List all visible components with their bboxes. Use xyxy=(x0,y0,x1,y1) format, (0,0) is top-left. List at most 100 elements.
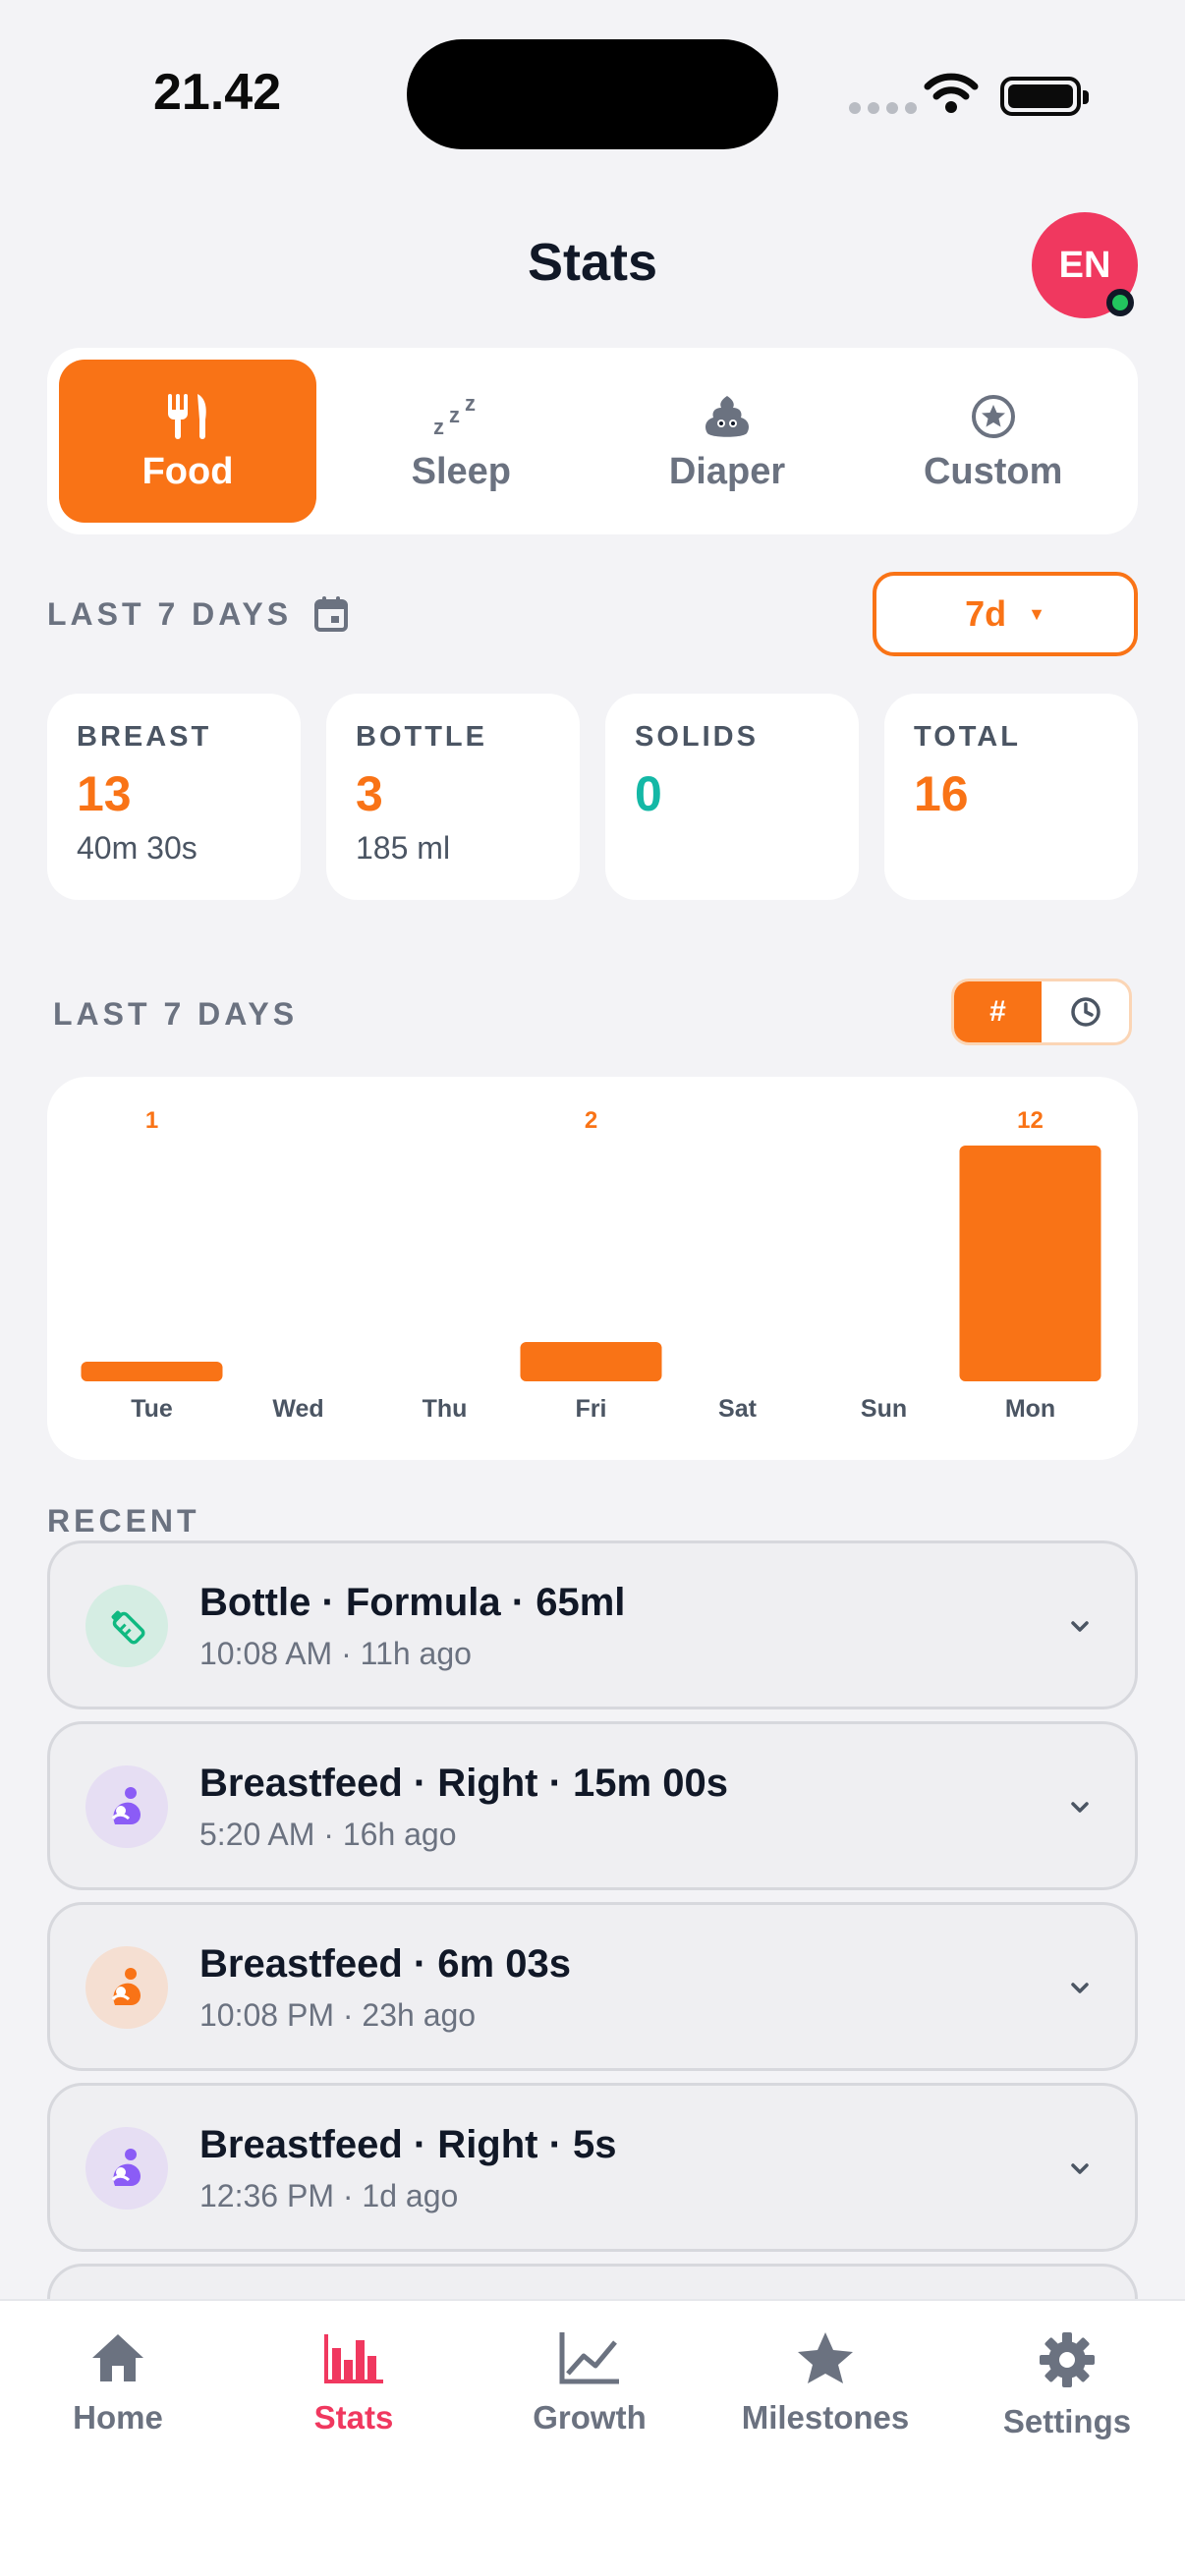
recent-item[interactable]: Breastfeed · 6m 03s 10:08 PM · 23h ago xyxy=(47,1902,1138,2071)
stat-label: TOTAL xyxy=(914,721,1021,753)
page-title: Stats xyxy=(527,233,658,292)
recent-item[interactable]: Breastfeed · Right · 15m 00s 5:20 AM · 16… xyxy=(47,1721,1138,1890)
nav-milestones-label: Milestones xyxy=(741,2399,910,2436)
tab-food[interactable]: Food xyxy=(59,360,316,523)
bar-chart-card: 1 Tue Wed Thu 2 Fri Sat Sun 12 Mon xyxy=(47,1077,1138,1460)
recent-item-meta: 10:08 AM · 11h ago xyxy=(199,1636,472,1671)
stat-value: 0 xyxy=(635,766,662,821)
nav-milestones[interactable]: Milestones xyxy=(707,2330,943,2436)
chart-x-tick-label: Thu xyxy=(423,1395,468,1423)
cellular-signal-icon xyxy=(849,102,917,114)
bar-chart: 1 Tue Wed Thu 2 Fri Sat Sun 12 Mon xyxy=(81,1107,1101,1423)
home-icon xyxy=(92,2334,143,2381)
toggle-duration-button[interactable] xyxy=(1042,981,1129,1042)
recent-item-title: Bottle · Formula · 65ml xyxy=(199,1581,626,1624)
recent-item-meta: 5:20 AM · 16h ago xyxy=(199,1817,457,1852)
chart-x-tick-label: Fri xyxy=(576,1395,607,1423)
breastfeed-icon xyxy=(85,1765,168,1848)
toggle-count-button[interactable]: # xyxy=(954,981,1042,1042)
tab-sleep[interactable]: z z z Sleep xyxy=(328,360,594,523)
chart-x-tick-label: Mon xyxy=(1005,1395,1055,1423)
recent-item-meta: 10:08 PM · 23h ago xyxy=(199,1997,477,2033)
online-status-dot xyxy=(1106,289,1134,316)
stat-sub: 185 ml xyxy=(356,830,451,866)
star-icon xyxy=(798,2332,853,2383)
recent-item-title: Breastfeed · Right · 5s xyxy=(199,2123,617,2166)
dynamic-island xyxy=(407,39,778,149)
chart-x-tick-label: Sun xyxy=(861,1395,907,1423)
chart-title: LAST 7 DAYS xyxy=(53,996,299,1032)
recent-title: RECENT xyxy=(47,1503,200,1539)
status-time: 21.42 xyxy=(153,64,282,121)
chart-x-tick-label: Sat xyxy=(718,1395,758,1423)
battery-icon xyxy=(1000,77,1089,116)
stat-label: BOTTLE xyxy=(356,721,487,753)
stat-label: BREAST xyxy=(77,721,212,753)
chevron-down-icon[interactable] xyxy=(1066,1974,1094,2001)
nav-stats-label: Stats xyxy=(313,2399,394,2436)
wifi-icon xyxy=(924,73,979,113)
stat-value: 3 xyxy=(356,766,383,821)
tab-sleep-label: Sleep xyxy=(411,450,512,492)
star-circle-icon xyxy=(971,390,1016,443)
svg-text:z: z xyxy=(449,403,460,427)
chart-mode-toggle: # xyxy=(951,979,1132,1045)
line-chart-icon xyxy=(559,2332,619,2384)
tab-custom-label: Custom xyxy=(923,450,1063,492)
stat-card-breast: BREAST 13 40m 30s xyxy=(47,694,301,900)
range-select[interactable]: 7d ▼ xyxy=(873,572,1138,656)
chart-data-label: 12 xyxy=(1017,1107,1044,1134)
stat-card-solids: SOLIDS 0 xyxy=(605,694,859,900)
chart-x-tick-label: Tue xyxy=(131,1395,173,1423)
poop-icon xyxy=(704,390,751,443)
svg-text:z: z xyxy=(465,395,476,416)
recent-item-title: Breastfeed · 6m 03s xyxy=(199,1942,571,1986)
tab-diaper[interactable]: Diaper xyxy=(594,360,861,523)
nav-growth[interactable]: Growth xyxy=(472,2330,707,2436)
recent-item-meta: 12:36 PM · 1d ago xyxy=(199,2178,459,2213)
nav-stats[interactable]: Stats xyxy=(236,2330,472,2436)
bar-chart-icon xyxy=(324,2334,383,2383)
tab-food-label: Food xyxy=(141,450,234,492)
stat-card-total: TOTAL 16 xyxy=(884,694,1138,900)
range-label: LAST 7 DAYS xyxy=(47,595,293,632)
gear-icon xyxy=(1040,2332,1095,2387)
bottle-icon xyxy=(85,1585,168,1667)
nav-settings[interactable]: Settings xyxy=(949,2330,1185,2440)
chevron-down-icon[interactable] xyxy=(1066,2155,1094,2182)
breastfeed-icon xyxy=(85,2127,168,2210)
caret-down-icon: ▼ xyxy=(1028,603,1045,624)
category-tabs: Food z z z Sleep Diaper Custom xyxy=(47,348,1138,534)
fork-knife-icon xyxy=(166,390,209,443)
range-header: LAST 7 DAYS xyxy=(47,595,349,633)
tab-diaper-label: Diaper xyxy=(668,450,786,492)
nav-settings-label: Settings xyxy=(1002,2403,1132,2439)
stat-value: 16 xyxy=(914,766,969,821)
bottom-nav: Home Stats Growth Milestones Settings xyxy=(0,2299,1185,2576)
clock-icon xyxy=(1070,997,1100,1027)
svg-text:z: z xyxy=(433,415,444,438)
chart-bar-fri[interactable] xyxy=(520,1342,662,1381)
status-bar: 21.42 xyxy=(0,0,1185,187)
breastfeed-icon xyxy=(85,1946,168,2029)
chart-x-tick-label: Wed xyxy=(272,1395,323,1423)
recent-item-title: Breastfeed · Right · 15m 00s xyxy=(199,1762,728,1805)
chevron-down-icon[interactable] xyxy=(1066,1612,1094,1640)
range-select-value: 7d xyxy=(965,593,1007,634)
calendar-icon[interactable] xyxy=(313,595,349,633)
chart-bar-tue[interactable] xyxy=(81,1362,223,1381)
chevron-down-icon[interactable] xyxy=(1066,1793,1094,1820)
recent-item[interactable]: Breastfeed · Right · 5s 12:36 PM · 1d ago xyxy=(47,2083,1138,2252)
nav-growth-label: Growth xyxy=(533,2399,647,2436)
stat-value: 13 xyxy=(77,766,132,821)
tab-custom[interactable]: Custom xyxy=(860,360,1126,523)
stat-label: SOLIDS xyxy=(635,721,759,753)
recent-item[interactable]: Bottle · Formula · 65ml 10:08 AM · 11h ag… xyxy=(47,1540,1138,1709)
zzz-icon: z z z xyxy=(433,390,488,443)
nav-home[interactable]: Home xyxy=(0,2330,236,2436)
chart-data-label: 1 xyxy=(145,1107,158,1134)
chart-data-label: 2 xyxy=(585,1107,597,1134)
chart-bar-mon[interactable] xyxy=(959,1146,1101,1381)
stat-sub: 40m 30s xyxy=(77,830,198,866)
nav-home-label: Home xyxy=(73,2399,163,2436)
